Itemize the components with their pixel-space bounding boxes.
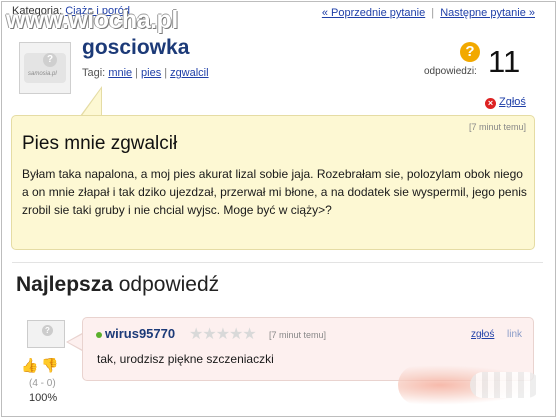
vote-percent: 100% [29, 392, 58, 404]
watermark-logo: www.wiocha.pl [6, 6, 178, 34]
tag-link[interactable]: zgwalcil [170, 67, 209, 79]
question-nav: « Poprzednie pytanie | Następne pytanie … [322, 7, 535, 19]
best-answer-heading-rest: odpowiedź [118, 273, 220, 296]
avatar-question-icon: ? [43, 53, 57, 67]
answer-report-link[interactable]: zgłoś [471, 329, 494, 340]
tag-separator: | [164, 67, 168, 79]
avatar-question-icon: ? [42, 325, 53, 336]
section-divider [12, 262, 543, 263]
blurred-region [470, 372, 540, 398]
report-button[interactable]: × Zgłoś [485, 96, 526, 109]
tags-label: Tagi: [82, 67, 106, 79]
thumb-down-icon[interactable]: 👎 [41, 357, 58, 374]
thumb-up-icon[interactable]: 👍 [21, 357, 38, 374]
question-bubble: [7 minut temu] Pies mnie zgwalcił Byłam … [11, 115, 535, 250]
report-label: Zgłoś [499, 96, 526, 108]
tag-link[interactable]: pies [141, 67, 161, 79]
star-icon: ★★★★★ [189, 326, 257, 343]
question-time: [7 minut temu] [468, 122, 526, 132]
answers-label: odpowiedzi: [424, 66, 477, 77]
avatar-brand-text: samosia.pl [28, 71, 57, 77]
author-avatar[interactable]: ? samosia.pl [19, 42, 71, 94]
answer-author-avatar[interactable]: ? [27, 320, 65, 348]
next-question-link[interactable]: Następne pytanie » [440, 7, 535, 19]
answer-permalink[interactable]: link [507, 329, 522, 340]
nav-separator: | [431, 7, 435, 19]
question-mark-icon: ? [460, 42, 480, 62]
online-dot-icon [96, 332, 102, 338]
answer-author[interactable]: wirus95770 [105, 326, 175, 341]
answer-bubble-tail-inner [68, 334, 83, 350]
tag-separator: | [135, 67, 139, 79]
vote-count: (4 - 0) [29, 378, 56, 389]
prev-question-link[interactable]: « Poprzednie pytanie [322, 7, 425, 19]
tag-link[interactable]: mnie [108, 67, 132, 79]
answer-time: [7 minut temu] [269, 330, 327, 340]
question-body: Byłam taka napalona, a moj pies akurat l… [22, 167, 527, 217]
close-icon: × [485, 98, 496, 109]
question-bubble-tail-inner [81, 89, 101, 117]
question-author[interactable]: gosciowka [82, 36, 189, 60]
best-answer-heading: Najlepsza odpowiedź [16, 273, 219, 297]
answer-body: tak, urodzisz piękne szczeniaczki [97, 352, 274, 366]
best-answer-heading-bold: Najlepsza [16, 273, 113, 296]
question-title: Pies mnie zgwalcił [22, 133, 178, 154]
tags-row: Tagi: mnie | pies | zgwalcil [82, 67, 209, 79]
answers-count: 11 [488, 44, 521, 79]
